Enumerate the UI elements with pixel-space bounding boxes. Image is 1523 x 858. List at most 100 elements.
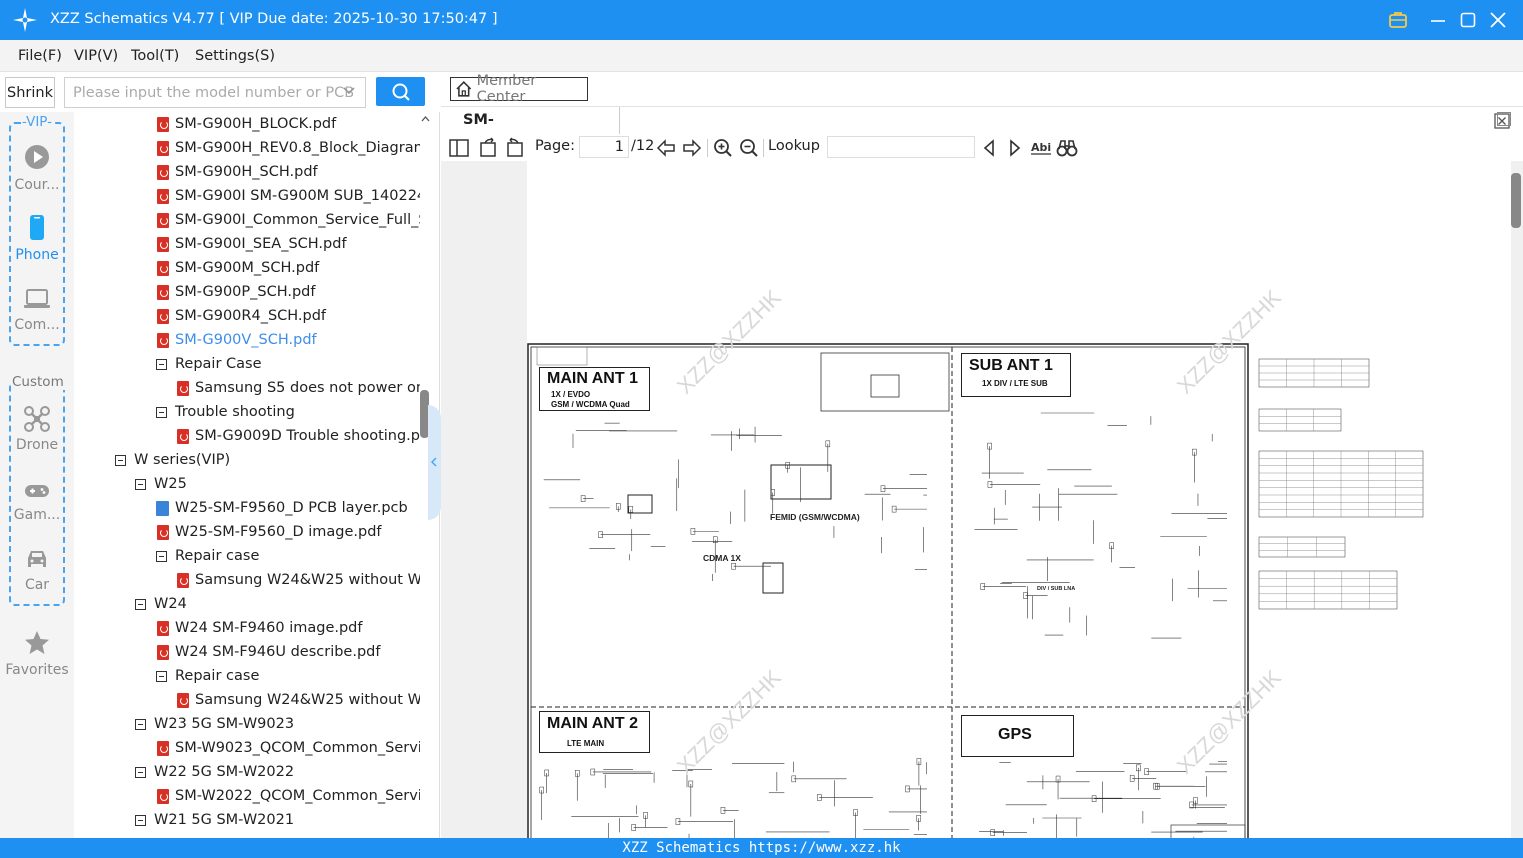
collapse-icon[interactable] — [135, 599, 146, 610]
match-case-icon[interactable]: Abi — [1030, 137, 1052, 159]
tree-item[interactable]: Samsung W24&W25 without W — [74, 688, 420, 712]
close-button[interactable] — [1486, 8, 1510, 32]
tree-item-label: SM-G9009D Trouble shooting.p — [195, 428, 420, 444]
pdf-viewer[interactable]: MAIN ANT 1 1X / EVDO GSM / WCDMA Quad SU… — [441, 161, 1523, 838]
maximize-button[interactable] — [1456, 8, 1480, 32]
collapse-icon[interactable] — [156, 551, 167, 562]
tree-item[interactable]: W25-SM-F9560_D PCB layer.pcb — [74, 496, 420, 520]
tree-item[interactable]: Samsung S5 does not power on — [74, 376, 420, 400]
search-button[interactable] — [376, 77, 425, 106]
previous-page-icon[interactable] — [655, 137, 677, 159]
tree-item[interactable]: W23 5G SM-W9023 — [74, 712, 420, 736]
category-phone[interactable]: Phone — [0, 247, 74, 263]
collapse-icon[interactable] — [135, 767, 146, 778]
drone-icon[interactable] — [24, 406, 50, 432]
zoom-in-icon[interactable] — [712, 137, 734, 159]
phone-icon[interactable] — [24, 214, 50, 240]
collapse-icon[interactable] — [135, 719, 146, 730]
favorites-label[interactable]: Favorites — [0, 662, 74, 678]
tree-item[interactable]: SM-G900I_Common_Service_Full_S — [74, 208, 420, 232]
lookup-input[interactable] — [827, 136, 975, 158]
tree-item[interactable]: W25 — [74, 472, 420, 496]
pdf-file-icon — [157, 117, 169, 132]
tree-item[interactable]: W24 — [74, 592, 420, 616]
tree-item[interactable]: Trouble shooting — [74, 400, 420, 424]
menu-tool[interactable]: Tool(T) — [131, 48, 179, 64]
page-number-input[interactable]: 1 — [579, 136, 629, 158]
tree-item[interactable]: SM-W9023_QCOM_Common_Servi — [74, 736, 420, 760]
rotate-left-icon[interactable] — [504, 137, 526, 159]
tree-item[interactable]: SM-G900H_SCH.pdf — [74, 160, 420, 184]
tree-item[interactable]: SM-G900P_SCH.pdf — [74, 280, 420, 304]
tree-item[interactable]: W21 5G SM-W2021 — [74, 808, 420, 832]
collapse-icon[interactable] — [156, 671, 167, 682]
pdf-file-icon — [157, 165, 169, 180]
tree-item[interactable]: Samsung W24&W25 without W — [74, 568, 420, 592]
gamepad-icon[interactable] — [24, 478, 50, 504]
tree-item[interactable]: SM-G900I_SEA_SCH.pdf — [74, 232, 420, 256]
main-ant-2-title: MAIN ANT 2 — [547, 715, 638, 732]
tree-item[interactable]: W24 SM-F9460 image.pdf — [74, 616, 420, 640]
collapse-icon[interactable] — [115, 455, 126, 466]
close-tab-icon[interactable] — [1493, 112, 1511, 130]
star-icon[interactable] — [24, 630, 50, 656]
category-car[interactable]: Car — [0, 577, 74, 593]
find-previous-icon[interactable] — [978, 137, 1000, 159]
car-icon[interactable] — [24, 546, 50, 572]
tree-item[interactable]: SM-G900H_BLOCK.pdf — [74, 112, 420, 136]
vip-group-title: -VIP- — [21, 114, 54, 130]
category-game[interactable]: Gam... — [0, 507, 74, 523]
search-input[interactable]: Please input the model number or PCB — [64, 77, 366, 108]
tree-item[interactable]: Repair Case — [74, 352, 420, 376]
chevron-down-icon[interactable] — [342, 86, 356, 96]
tree-item[interactable]: Repair case — [74, 544, 420, 568]
pdf-file-icon — [157, 261, 169, 276]
chevron-left-icon — [431, 457, 437, 467]
tree-item-label: SM-G900I_SEA_SCH.pdf — [175, 236, 347, 252]
tree-item[interactable]: SM-G900M_SCH.pdf — [74, 256, 420, 280]
category-courses[interactable]: Cour... — [0, 177, 74, 193]
tree-item[interactable]: SM-G900R4_SCH.pdf — [74, 304, 420, 328]
laptop-icon[interactable] — [24, 286, 50, 312]
briefcase-icon[interactable] — [1386, 8, 1410, 32]
tree-item-label: SM-G900V_SCH.pdf — [175, 332, 317, 348]
collapse-icon[interactable] — [135, 479, 146, 490]
tree-item[interactable]: SM-G9009D Trouble shooting.p — [74, 424, 420, 448]
pdf-page: MAIN ANT 1 1X / EVDO GSM / WCDMA Quad SU… — [527, 161, 1511, 838]
main-ant-1-sub2: GSM / WCDMA Quad — [551, 400, 630, 409]
tree-item[interactable]: SM-W2022_QCOM_Common_Servi — [74, 784, 420, 808]
tree-item[interactable]: SM-G900I SM-G900M SUB_140224 — [74, 184, 420, 208]
viewer-scroll-thumb[interactable] — [1511, 173, 1521, 228]
tree-item[interactable]: SM-G900V_SCH.pdf — [74, 328, 420, 352]
binoculars-icon[interactable] — [1056, 137, 1078, 159]
category-drone[interactable]: Drone — [0, 437, 74, 453]
collapse-panel-handle[interactable] — [428, 405, 441, 520]
tree-item[interactable]: SM-G900H_REV0.8_Block_Diagram — [74, 136, 420, 160]
collapse-icon[interactable] — [135, 815, 146, 826]
menu-settings[interactable]: Settings(S) — [195, 48, 275, 64]
member-center-button[interactable]: Member Center — [450, 73, 588, 105]
menu-file[interactable]: File(F) — [18, 48, 62, 64]
tree-item[interactable]: W24 SM-F946U describe.pdf — [74, 640, 420, 664]
play-circle-icon[interactable] — [24, 144, 50, 170]
tree-item-label: SM-G900R4_SCH.pdf — [175, 308, 327, 324]
document-tab[interactable]: SM-G900V_SCH.pdf — [450, 107, 620, 155]
menu-vip[interactable]: VIP(V) — [74, 48, 118, 64]
gps-title: GPS — [998, 726, 1032, 743]
tree-item-label: W22 5G SM-W2022 — [154, 764, 295, 780]
collapse-icon[interactable] — [156, 359, 167, 370]
tree-item[interactable]: W series(VIP) — [74, 448, 420, 472]
minimize-button[interactable] — [1426, 8, 1450, 32]
tree-item[interactable]: W22 5G SM-W2022 — [74, 760, 420, 784]
tree-item-label: W series(VIP) — [134, 452, 231, 468]
rotate-right-icon[interactable] — [477, 137, 499, 159]
tree-item[interactable]: Repair case — [74, 664, 420, 688]
find-next-icon[interactable] — [1004, 137, 1026, 159]
zoom-out-icon[interactable] — [738, 137, 760, 159]
shrink-button[interactable]: Shrink — [5, 77, 55, 108]
sidebar-toggle-icon[interactable] — [448, 137, 470, 159]
tree-item[interactable]: W25-SM-F9560_D image.pdf — [74, 520, 420, 544]
category-computer[interactable]: Com... — [0, 317, 74, 333]
next-page-icon[interactable] — [681, 137, 703, 159]
collapse-icon[interactable] — [156, 407, 167, 418]
